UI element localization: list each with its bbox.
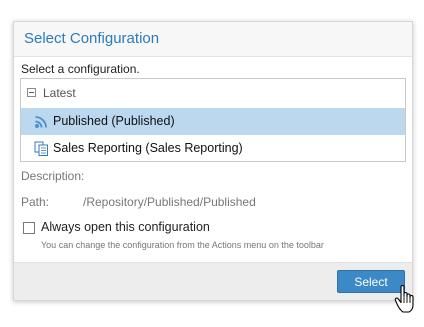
prompt-text: Select a configuration. [21,62,140,76]
configuration-tree: Latest Published (Published) Sales Repor… [20,78,406,162]
tree-item-label: Published (Published) [53,114,175,128]
path-label: Path: [21,195,50,209]
hand-pointer-icon [394,285,414,313]
tree-item-label: Sales Reporting (Sales Reporting) [53,141,243,155]
dialog-title: Select Configuration [24,30,160,47]
hint-text: You can change the configuration from th… [41,240,324,250]
tree-group-label: Latest [43,86,76,100]
dialog-header: Select Configuration [14,22,412,57]
minus-icon[interactable] [27,88,36,97]
tree-item-sales-reporting[interactable]: Sales Reporting (Sales Reporting) [21,135,405,162]
select-configuration-dialog: Select Configuration Select a configurat… [13,21,413,301]
tree-group-latest[interactable]: Latest [21,79,405,106]
description-label: Description: [21,169,85,183]
always-open-label[interactable]: Always open this configuration [41,220,210,234]
rss-feed-icon [35,116,47,128]
dialog-footer: Select [14,262,412,300]
copy-documents-icon [34,141,48,156]
tree-item-published[interactable]: Published (Published) [21,108,405,135]
always-open-checkbox[interactable] [23,222,35,234]
path-value: /Repository/Published/Published [83,195,256,209]
